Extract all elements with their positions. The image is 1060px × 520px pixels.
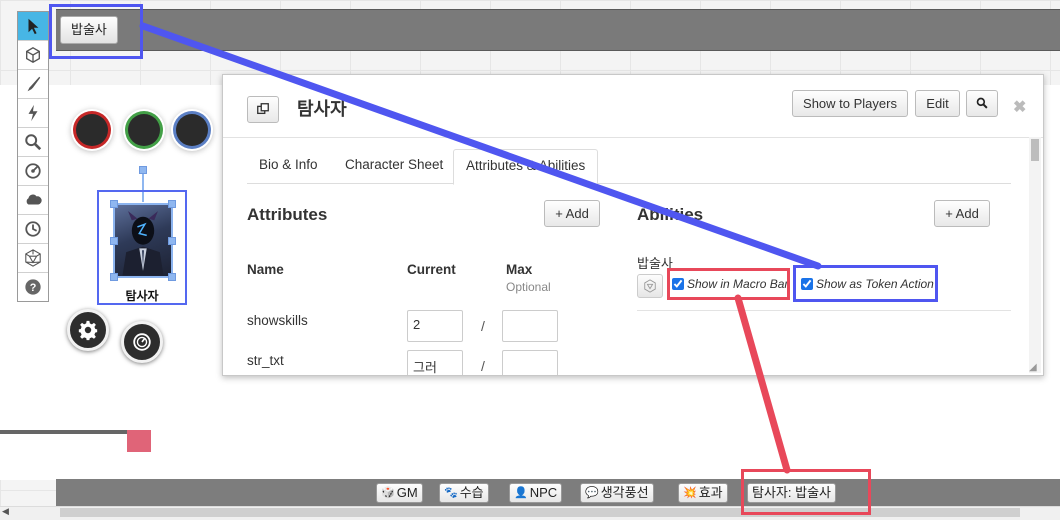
abilities-heading: Abilities	[637, 205, 704, 224]
ability-divider	[637, 310, 1011, 311]
token-settings-button[interactable]	[67, 309, 109, 351]
attributes-heading: Attributes	[247, 205, 328, 224]
resize-handle-mr[interactable]	[168, 237, 176, 245]
explosion-icon: 💥	[683, 487, 697, 499]
tab-attributes-abilities[interactable]: Attributes & Abilities	[453, 149, 599, 185]
fog-of-war-tool-icon[interactable]	[18, 99, 48, 128]
gear-icon	[78, 320, 98, 341]
measure-tool-icon[interactable]	[18, 157, 48, 186]
attribute-name[interactable]: str_txt	[247, 353, 284, 368]
attribute-separator: /	[481, 358, 485, 374]
macro-trainee-button[interactable]: 🐾 수습	[439, 483, 489, 503]
map-drawing-line	[0, 430, 127, 434]
search-button[interactable]	[966, 90, 998, 117]
add-attribute-button[interactable]: + Add	[544, 200, 600, 227]
help-tool-icon[interactable]: ?	[18, 273, 48, 301]
macro-bar	[56, 9, 1060, 51]
highlight-show-macro-bar	[667, 268, 790, 300]
character-sheet-dialog: 탐사자 Show to Players Edit ✖ Bio & Info Ch…	[222, 74, 1044, 376]
attribute-max-input[interactable]	[502, 350, 558, 375]
resize-handle-bl[interactable]	[110, 273, 118, 281]
gauge-icon	[133, 333, 151, 351]
show-to-players-button[interactable]: Show to Players	[792, 90, 908, 117]
dialog-scroll-thumb[interactable]	[1031, 139, 1039, 161]
attribute-max-input[interactable]	[502, 310, 558, 342]
search-icon	[976, 97, 988, 109]
col-max-header: Max	[506, 262, 533, 277]
dynamic-lighting-tool-icon[interactable]	[18, 186, 48, 215]
highlight-show-token-action	[793, 265, 938, 302]
token-bar-blue-circle[interactable]	[176, 114, 208, 146]
select-tool-icon[interactable]	[18, 12, 48, 41]
tool-sidebar: ?	[17, 11, 49, 302]
resize-handle-ml[interactable]	[110, 237, 118, 245]
dialog-scrollbar[interactable]	[1029, 137, 1041, 373]
macro-thought-bubble-button[interactable]: 💬 생각풍선	[580, 483, 654, 503]
popout-button[interactable]	[247, 96, 279, 123]
token-bar-green-circle[interactable]	[128, 114, 160, 146]
col-max-subheader: Optional	[506, 280, 551, 294]
highlight-top-macro	[49, 4, 143, 59]
attribute-current-input[interactable]: 2	[407, 310, 463, 342]
dice-icon	[644, 279, 656, 293]
turn-tracker-tool-icon[interactable]	[18, 215, 48, 244]
macro-effect-button[interactable]: 💥 효과	[678, 483, 728, 503]
paw-icon: 🐾	[444, 487, 458, 499]
scroll-left-arrow-icon[interactable]: ◀	[2, 506, 9, 517]
resize-handle-br[interactable]	[168, 273, 176, 281]
ability-roll-button[interactable]	[637, 274, 663, 298]
token-status-button[interactable]	[121, 321, 163, 363]
token-name-label: 탐사자	[125, 289, 159, 303]
dice-roller-tool-icon[interactable]	[18, 244, 48, 273]
attribute-current-input[interactable]: 그러	[407, 350, 463, 375]
dialog-tabs: Bio & Info Character Sheet Attributes & …	[247, 149, 1011, 185]
dialog-title: 탐사자	[297, 99, 347, 119]
person-icon: 👤	[514, 487, 528, 499]
macro-npc-button[interactable]: 👤 NPC	[509, 483, 563, 503]
svg-text:?: ?	[30, 282, 37, 294]
close-icon[interactable]: ✖	[1013, 97, 1026, 117]
macro-gm-button[interactable]: 🎲 GM	[376, 483, 423, 503]
col-name-header: Name	[247, 262, 284, 277]
map-drawing-square	[127, 430, 151, 452]
resize-grip-icon[interactable]: ◢	[1029, 362, 1037, 373]
drawing-tool-icon[interactable]	[18, 70, 48, 99]
col-current-header: Current	[407, 262, 456, 277]
map-layer-tool-icon[interactable]	[18, 41, 48, 70]
token-bar-red-circle[interactable]	[76, 114, 108, 146]
tab-bio-info[interactable]: Bio & Info	[247, 149, 330, 183]
speech-bubble-icon: 💬	[585, 487, 599, 499]
horizontal-scroll-thumb[interactable]	[60, 508, 1020, 517]
edit-button[interactable]: Edit	[915, 90, 960, 117]
attribute-separator: /	[481, 318, 485, 334]
zoom-tool-icon[interactable]	[18, 128, 48, 157]
add-ability-button[interactable]: + Add	[934, 200, 990, 227]
resize-handle-tl[interactable]	[110, 200, 118, 208]
dice-icon: 🎲	[381, 487, 395, 499]
highlight-bottom-token-ability	[741, 469, 871, 515]
resize-handle-tr[interactable]	[168, 200, 176, 208]
rotate-handle[interactable]	[139, 166, 147, 174]
tab-character-sheet[interactable]: Character Sheet	[333, 149, 455, 183]
popout-icon	[257, 103, 269, 115]
attribute-name[interactable]: showskills	[247, 313, 308, 328]
